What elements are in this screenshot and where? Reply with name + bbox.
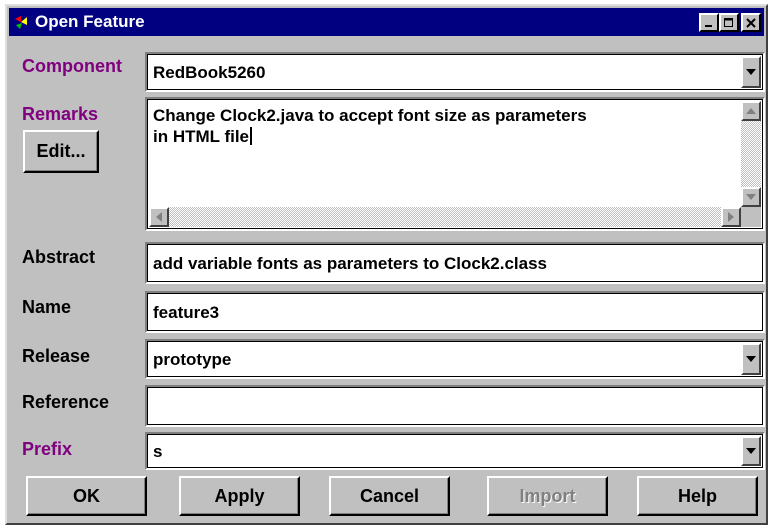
prefix-label: Prefix — [22, 439, 73, 459]
window-title: Open Feature — [35, 12, 145, 31]
abstract-label: Abstract — [22, 247, 96, 267]
remarks-line-1: Change Clock2.java to accept font size a… — [153, 106, 587, 125]
arrow-right-icon — [728, 212, 734, 222]
component-dropdown-button[interactable] — [741, 56, 761, 88]
import-button[interactable]: Import — [487, 476, 608, 516]
scroll-down-button[interactable] — [741, 187, 761, 207]
abstract-input[interactable]: add variable fonts as parameters to Cloc… — [145, 242, 765, 284]
edit-remarks-button[interactable]: Edit... — [23, 130, 99, 173]
minimize-button[interactable] — [699, 13, 719, 32]
import-button-label: Import — [519, 485, 576, 506]
chevron-down-icon — [746, 356, 756, 362]
name-label: Name — [22, 297, 72, 317]
cancel-button[interactable]: Cancel — [329, 476, 450, 516]
name-value: feature3 — [153, 303, 220, 322]
apply-button[interactable]: Apply — [179, 476, 300, 516]
cancel-button-label: Cancel — [359, 485, 420, 506]
chevron-down-icon — [746, 69, 756, 75]
component-value: RedBook5260 — [153, 63, 266, 82]
arrow-left-icon — [156, 212, 162, 222]
scroll-up-button[interactable] — [741, 101, 761, 121]
minimize-icon — [705, 24, 712, 27]
remarks-text: Change Clock2.java to accept font size a… — [153, 105, 713, 147]
reference-label: Reference — [22, 392, 110, 412]
scroll-right-button[interactable] — [721, 207, 741, 227]
ok-button[interactable]: OK — [26, 476, 147, 516]
maximize-button[interactable] — [719, 13, 739, 32]
release-label: Release — [22, 346, 91, 366]
title-bar[interactable]: Open Feature — [9, 8, 764, 36]
apply-button-label: Apply — [214, 485, 265, 506]
ok-button-label: OK — [73, 485, 100, 506]
remarks-textarea[interactable]: Change Clock2.java to accept font size a… — [145, 97, 765, 231]
remarks-label: Remarks — [22, 104, 99, 124]
remarks-horizontal-scrollbar[interactable] — [149, 207, 741, 227]
remarks-vertical-scrollbar[interactable] — [741, 101, 761, 207]
close-icon — [746, 17, 756, 28]
release-value: prototype — [153, 350, 232, 369]
release-combobox[interactable]: prototype — [145, 339, 765, 379]
component-combobox[interactable]: RedBook5260 — [145, 52, 765, 92]
help-button[interactable]: Help — [637, 476, 758, 516]
maximize-icon — [724, 17, 733, 27]
prefix-dropdown-button[interactable] — [741, 436, 761, 466]
abstract-value: add variable fonts as parameters to Cloc… — [153, 254, 548, 273]
remarks-line-2: in HTML file — [153, 127, 250, 146]
help-button-label: Help — [677, 485, 717, 506]
reference-input[interactable] — [145, 385, 765, 427]
arrow-up-icon — [746, 108, 756, 114]
scroll-left-button[interactable] — [149, 207, 169, 227]
release-dropdown-button[interactable] — [741, 343, 761, 375]
scrollbar-corner — [741, 207, 761, 227]
prefix-value: s — [153, 442, 163, 461]
open-feature-dialog: Open Feature Component RedBook5260 Remar… — [5, 4, 768, 525]
chevron-down-icon — [746, 448, 756, 454]
prefix-combobox[interactable]: s — [145, 432, 765, 470]
component-label: Component — [22, 56, 122, 76]
close-button[interactable] — [741, 13, 761, 32]
app-icon — [15, 16, 27, 29]
text-caret — [250, 127, 253, 145]
name-input[interactable]: feature3 — [145, 291, 765, 333]
arrow-down-icon — [746, 194, 756, 200]
edit-button-label: Edit... — [36, 141, 86, 161]
